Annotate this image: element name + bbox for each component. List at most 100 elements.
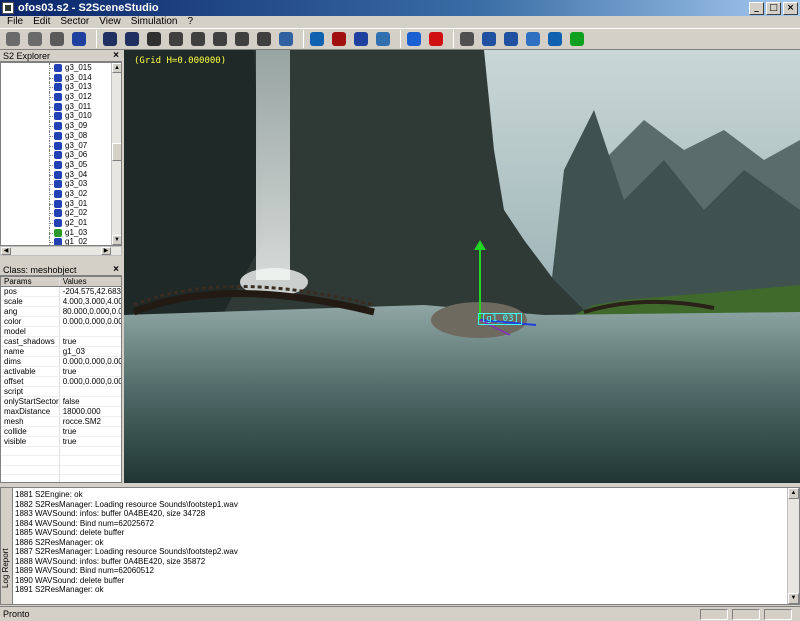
- explorer-hscrollbar[interactable]: ◀ ▶: [0, 246, 122, 256]
- property-row[interactable]: cast_shadows true: [1, 336, 121, 347]
- property-value[interactable]: 80.000,0.000,0.0: [59, 306, 121, 317]
- refresh-button[interactable]: [546, 30, 564, 48]
- explorer-close-button[interactable]: ×: [113, 50, 119, 61]
- property-value[interactable]: true: [59, 366, 121, 377]
- property-value[interactable]: 0.000,0.000,0.00: [59, 316, 121, 327]
- property-row[interactable]: visible true: [1, 436, 121, 447]
- tool-7-button[interactable]: [458, 30, 476, 48]
- explorer-scrollbar[interactable]: ▲ ▼: [111, 63, 121, 245]
- play-button[interactable]: [405, 30, 423, 48]
- property-row[interactable]: pos -204.575,42.683,: [1, 286, 121, 297]
- property-row[interactable]: color 0.000,0.000,0.00: [1, 316, 121, 327]
- maximize-button[interactable]: □: [766, 1, 781, 15]
- property-row[interactable]: maxDistance 18000.000: [1, 406, 121, 417]
- property-row[interactable]: activable true: [1, 366, 121, 377]
- scroll-down-arrow[interactable]: ▼: [112, 235, 121, 245]
- property-value[interactable]: false: [59, 396, 121, 407]
- property-value[interactable]: 0.000,0.000,0.00: [59, 356, 121, 367]
- move-button[interactable]: [211, 30, 229, 48]
- scroll-thumb[interactable]: [112, 143, 121, 161]
- property-value[interactable]: true: [59, 426, 121, 437]
- tree-item[interactable]: g2_02: [1, 208, 121, 218]
- tree-item[interactable]: g3_015: [1, 63, 121, 73]
- property-row[interactable]: dims 0.000,0.000,0.00: [1, 356, 121, 367]
- tree-item[interactable]: g1_02: [1, 237, 121, 245]
- menu-simulation[interactable]: Simulation: [126, 16, 183, 28]
- tree-item[interactable]: g3_06: [1, 150, 121, 160]
- property-value[interactable]: -204.575,42.683,: [59, 286, 121, 297]
- property-row[interactable]: mesh rocce.SM2: [1, 416, 121, 427]
- log-scroll-down[interactable]: ▼: [788, 593, 799, 604]
- tree-item[interactable]: g3_012: [1, 92, 121, 102]
- property-value[interactable]: true: [59, 436, 121, 447]
- tree-item-label: g3_04: [65, 169, 88, 179]
- tree-item[interactable]: g3_05: [1, 159, 121, 170]
- move-cross-button[interactable]: [524, 30, 542, 48]
- property-row[interactable]: onlyStartSector false: [1, 396, 121, 407]
- property-row[interactable]: offset 0.000,0.000,0.00: [1, 376, 121, 387]
- open-button[interactable]: [26, 30, 44, 48]
- menu-file[interactable]: File: [2, 16, 28, 28]
- obj-button[interactable]: [502, 30, 520, 48]
- close-button[interactable]: ×: [783, 1, 798, 15]
- property-row[interactable]: script: [1, 386, 121, 397]
- tool-4-button[interactable]: [255, 30, 273, 48]
- tree-item[interactable]: g3_04: [1, 169, 121, 180]
- new-button[interactable]: [4, 30, 22, 48]
- log-scrollbar[interactable]: ▲ ▼: [787, 488, 799, 604]
- menu-sector[interactable]: Sector: [55, 16, 94, 28]
- menu-view[interactable]: View: [94, 16, 126, 28]
- record-button[interactable]: [568, 30, 586, 48]
- scroll-left-arrow[interactable]: ◀: [1, 247, 11, 255]
- property-value[interactable]: rocce.SM2: [59, 416, 121, 427]
- globe-button[interactable]: [308, 30, 326, 48]
- tree-item[interactable]: g3_010: [1, 111, 121, 122]
- log-report-tab[interactable]: Log Report: [1, 488, 13, 604]
- grid-button[interactable]: [374, 30, 392, 48]
- menu-edit[interactable]: Edit: [28, 16, 55, 28]
- tool-5-button[interactable]: [277, 30, 295, 48]
- tool-6-button[interactable]: [352, 30, 370, 48]
- property-row[interactable]: scale 4.000,3.000,4.00: [1, 296, 121, 307]
- tree-item[interactable]: g3_08: [1, 130, 121, 141]
- scene-viewport[interactable]: (Grid H=0.000000) [g1_03]: [124, 50, 800, 483]
- tree-item[interactable]: g3_09: [1, 121, 121, 131]
- property-row[interactable]: model: [1, 326, 121, 337]
- camera-button[interactable]: [167, 30, 185, 48]
- property-row[interactable]: collide true: [1, 426, 121, 437]
- tree-item[interactable]: g3_013: [1, 82, 121, 93]
- scroll-up-arrow[interactable]: ▲: [112, 63, 121, 73]
- tree-item[interactable]: g3_03: [1, 179, 121, 189]
- menu-help[interactable]: ?: [182, 16, 198, 28]
- property-value[interactable]: g1_03: [59, 346, 121, 357]
- log-scroll-up[interactable]: ▲: [788, 488, 799, 499]
- tree-item[interactable]: g3_02: [1, 188, 121, 199]
- tree-item[interactable]: g3_011: [1, 101, 121, 112]
- scroll-right-arrow[interactable]: ▶: [101, 247, 111, 255]
- property-value[interactable]: 0.000,0.000,0.00: [59, 376, 121, 387]
- rotate-button[interactable]: [189, 30, 207, 48]
- save-button[interactable]: [48, 30, 66, 48]
- help-button[interactable]: [70, 30, 88, 48]
- property-value[interactable]: [59, 386, 121, 397]
- tool-2-button[interactable]: [123, 30, 141, 48]
- tool-3-button[interactable]: [145, 30, 163, 48]
- property-row[interactable]: ang 80.000,0.000,0.0: [1, 306, 121, 317]
- ren-button[interactable]: [480, 30, 498, 48]
- tree-item[interactable]: g3_01: [1, 198, 121, 209]
- tree-item[interactable]: g1_03: [1, 227, 121, 238]
- book-button[interactable]: [330, 30, 348, 48]
- tool-1-button[interactable]: [101, 30, 119, 48]
- props-close-button[interactable]: ×: [113, 264, 119, 275]
- property-value[interactable]: [59, 326, 121, 337]
- tree-item[interactable]: g2_01: [1, 218, 121, 228]
- stop-button[interactable]: [427, 30, 445, 48]
- minimize-button[interactable]: _: [749, 1, 764, 15]
- tree-item[interactable]: g3_014: [1, 72, 121, 83]
- zoom-button[interactable]: [233, 30, 251, 48]
- property-value[interactable]: 18000.000: [59, 406, 121, 417]
- property-value[interactable]: true: [59, 336, 121, 347]
- property-row[interactable]: name g1_03: [1, 346, 121, 357]
- tree-item[interactable]: g3_07: [1, 140, 121, 151]
- property-value[interactable]: 4.000,3.000,4.00: [59, 296, 121, 307]
